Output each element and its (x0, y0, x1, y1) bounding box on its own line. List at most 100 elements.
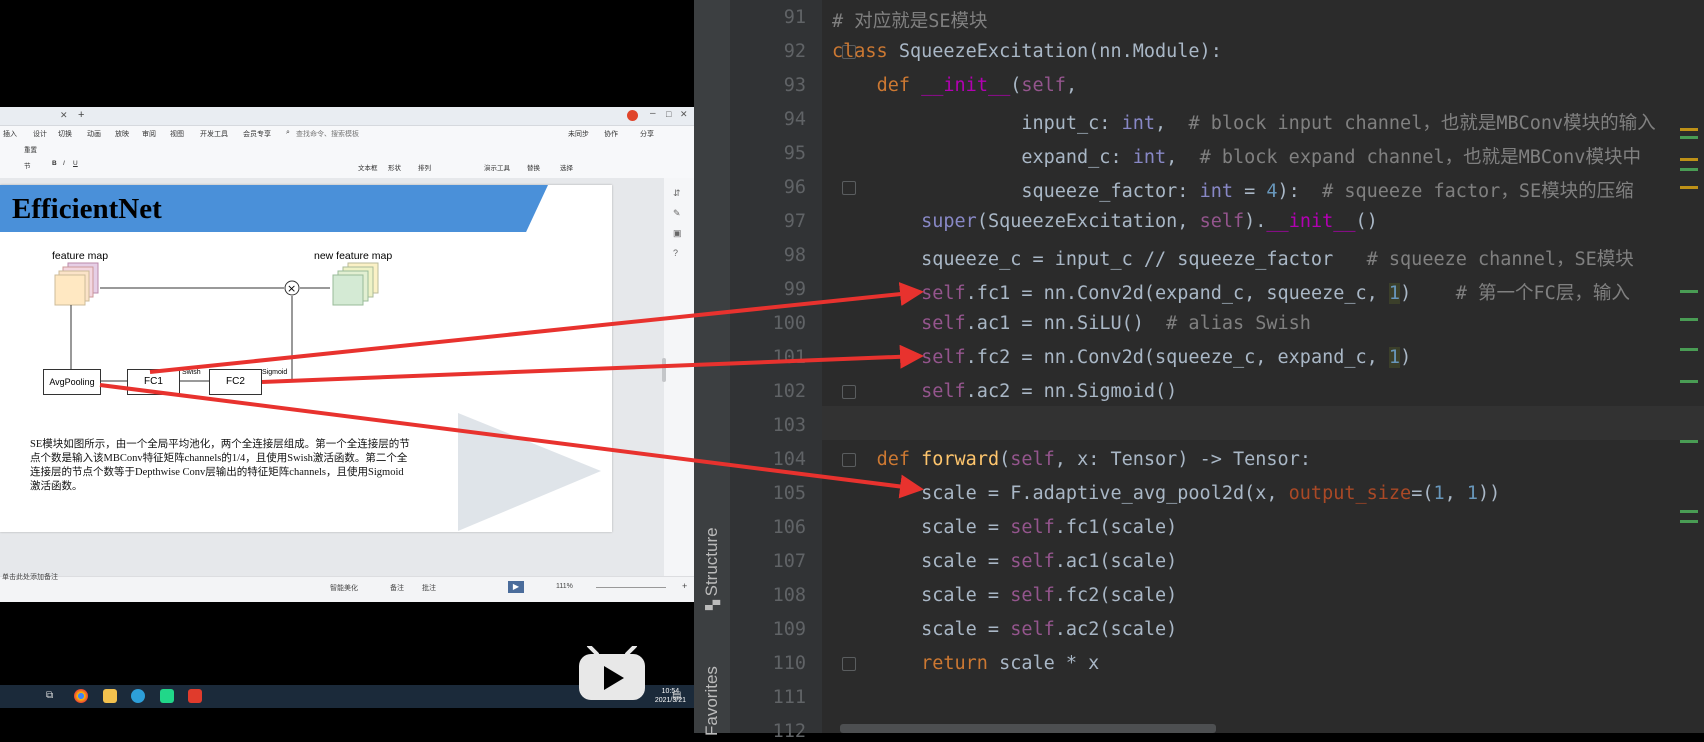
notification-icon[interactable]: ▤ (672, 690, 681, 701)
close-tab-icon[interactable]: ✕ (60, 110, 68, 121)
menu-member[interactable]: 会员专享 (243, 129, 271, 139)
zoom-level[interactable]: 111% (556, 583, 573, 590)
slide-canvas[interactable]: EfficientNet feature map new feature map… (0, 185, 612, 532)
play-slideshow-button[interactable]: ▶ (508, 581, 524, 593)
notes-button[interactable]: 备注 (390, 583, 404, 593)
line-number: 105 (772, 483, 806, 504)
change-marker[interactable] (1680, 290, 1698, 293)
line-number-gutter: 91 92 93 94 95 96 97 98 99 100 101 102 1… (730, 0, 856, 742)
change-marker[interactable] (1680, 168, 1698, 171)
line-number: 96 (783, 177, 806, 198)
line-number: 94 (783, 109, 806, 130)
pin-icon[interactable]: ✎ (673, 208, 681, 219)
minimize-icon[interactable]: – (650, 108, 656, 119)
task-view-icon[interactable]: ⧉ (46, 690, 53, 701)
code-line: self.ac2 = nn.Sigmoid() (921, 381, 1178, 402)
font-underline-button[interactable]: U (73, 160, 78, 167)
annotate-button[interactable]: 批注 (422, 583, 436, 593)
menu-view[interactable]: 视图 (170, 129, 184, 139)
line-number: 92 (783, 41, 806, 62)
menu-transition[interactable]: 切换 (58, 129, 72, 139)
code-line: return scale * x (921, 653, 1100, 674)
share-button[interactable]: 分享 (640, 129, 654, 139)
shape-button[interactable]: 形状 (388, 162, 401, 172)
zoom-in-icon[interactable]: + (682, 581, 687, 591)
change-marker[interactable] (1680, 440, 1698, 443)
zoom-slider[interactable] (596, 587, 666, 588)
presentation-tools-button[interactable]: 演示工具 (484, 162, 510, 172)
code-line: scale = self.ac2(scale) (832, 619, 1178, 640)
warning-marker[interactable] (1680, 158, 1698, 161)
maximize-icon[interactable]: □ (666, 109, 671, 119)
line-number: 93 (783, 75, 806, 96)
help-icon[interactable]: ? (673, 248, 678, 258)
beautify-button[interactable]: 智能美化 (330, 583, 358, 593)
menu-design[interactable]: 设计 (33, 129, 47, 139)
code-line: self.fc2 = nn.Conv2d(squeeze_c, expand_c… (921, 347, 1412, 368)
notes-placeholder[interactable]: 单击此处添加备注 (2, 572, 58, 582)
menu-insert[interactable]: 插入 (3, 129, 17, 139)
code-line: self.fc1 = nn.Conv2d(expand_c, squeeze_c… (921, 283, 1630, 304)
menu-review[interactable]: 审阅 (142, 129, 156, 139)
edge-icon[interactable] (131, 689, 145, 703)
select-button[interactable]: 选择 (560, 162, 573, 172)
command-search-input[interactable]: 查找命令、搜索模板 (296, 129, 359, 139)
line-number: 104 (772, 449, 806, 470)
code-line: self.ac1 = nn.SiLU() # alias Swish (921, 313, 1311, 334)
change-marker[interactable] (1680, 318, 1698, 321)
layer-icon[interactable]: ▣ (673, 228, 682, 239)
change-marker[interactable] (1680, 348, 1698, 351)
user-avatar[interactable] (627, 110, 638, 121)
menu-animation[interactable]: 动画 (87, 129, 101, 139)
replace-button[interactable]: 替换 (527, 162, 540, 172)
fc2-box: FC2 (209, 369, 262, 395)
video-left-pane: + ✕ – □ ✕ 插入 设计 切换 动画 放映 审阅 视图 开发工具 会员专享… (0, 0, 694, 733)
warning-marker[interactable] (1680, 128, 1698, 131)
reset-button[interactable]: 重置 (24, 144, 37, 154)
line-number: 110 (772, 653, 806, 674)
close-window-icon[interactable]: ✕ (680, 109, 688, 120)
code-line: squeeze_c = input_c // squeeze_factor # … (832, 249, 1634, 270)
adjust-icon[interactable]: ⇵ (673, 188, 681, 199)
menu-devtools[interactable]: 开发工具 (200, 129, 228, 139)
line-number: 109 (772, 619, 806, 640)
code-line: def __init__(self, (876, 75, 1078, 96)
vertical-scrollbar[interactable] (662, 358, 666, 382)
arrange-button[interactable]: 排列 (418, 162, 431, 172)
line-number: 100 (772, 313, 806, 334)
line-number: 95 (783, 143, 806, 164)
line-number: 107 (772, 551, 806, 572)
section-button[interactable]: 节 (24, 160, 31, 170)
wps-tab-bar: + ✕ – □ ✕ (0, 107, 694, 126)
favorites-tab[interactable]: Favorites (702, 666, 722, 736)
font-italic-button[interactable]: I (63, 160, 65, 167)
line-number: 98 (783, 245, 806, 266)
chrome-icon[interactable] (74, 689, 88, 703)
line-number: 102 (772, 381, 806, 402)
slide-body-text: SE模块如图所示，由一个全局平均池化，两个全连接层组成。第一个全连接层的节点个数… (30, 439, 410, 492)
code-line: expand_c: int, # block expand channel，也就… (832, 147, 1641, 168)
structure-tab[interactable]: ▚ Structure (702, 527, 722, 610)
svg-text:×: × (287, 282, 296, 295)
code-line: class SqueezeExcitation(nn.Module): (832, 41, 1222, 62)
font-bold-button[interactable]: B (52, 160, 57, 167)
file-explorer-icon[interactable] (103, 689, 117, 703)
textbox-button[interactable]: 文本框 (358, 162, 378, 172)
sync-status[interactable]: 未同步 (568, 129, 589, 139)
pycharm-icon[interactable] (160, 689, 174, 703)
menu-slideshow[interactable]: 放映 (115, 129, 129, 139)
change-marker[interactable] (1680, 520, 1698, 523)
warning-marker[interactable] (1680, 186, 1698, 189)
change-marker[interactable] (1680, 510, 1698, 513)
line-number: 111 (772, 687, 806, 708)
change-marker[interactable] (1680, 380, 1698, 383)
code-editor[interactable]: # 对应就是SE模块 class SqueezeExcitation(nn.Mo… (822, 0, 1704, 733)
change-marker[interactable] (1680, 136, 1698, 139)
collaborate-button[interactable]: 协作 (604, 129, 618, 139)
wps-icon[interactable] (188, 689, 202, 703)
code-line: def forward(self, x: Tensor) -> Tensor: (876, 449, 1311, 470)
line-number: 112 (772, 721, 806, 742)
line-number: 99 (783, 279, 806, 300)
new-tab-button[interactable]: + (78, 109, 84, 121)
horizontal-scrollbar[interactable] (840, 724, 1216, 733)
